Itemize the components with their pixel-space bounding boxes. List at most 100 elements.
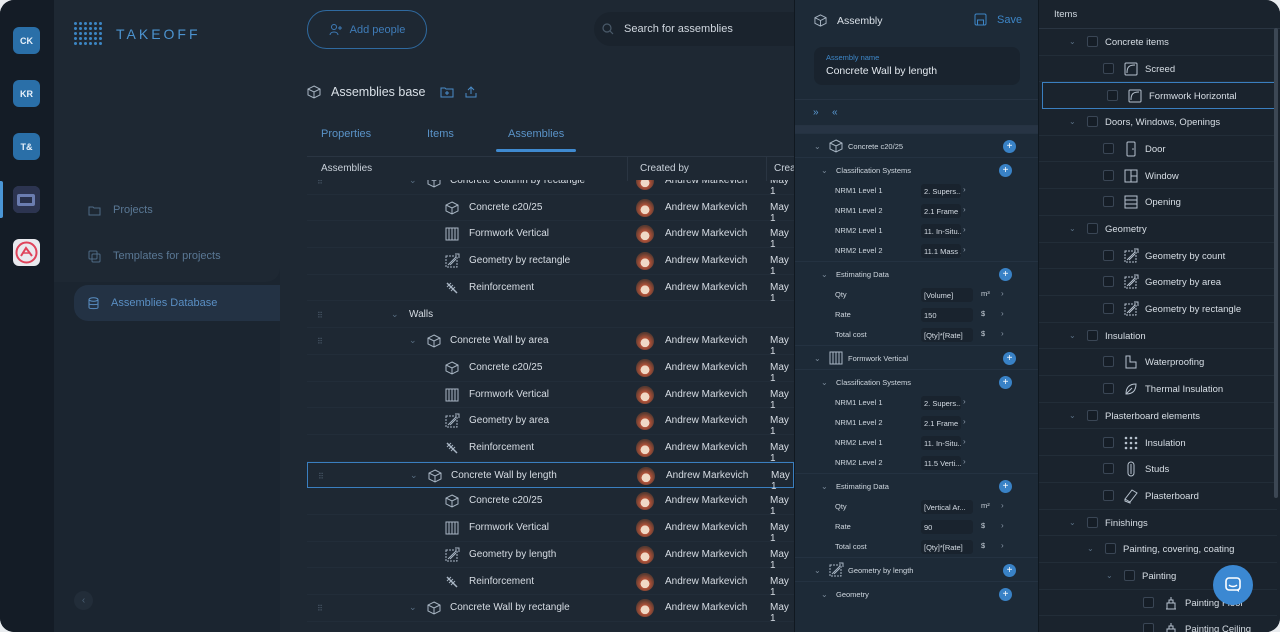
chevron-right-icon[interactable]: › xyxy=(963,245,966,254)
chevron-down-icon[interactable]: ⌄ xyxy=(410,470,418,481)
chevron-down-icon[interactable]: ⌄ xyxy=(1087,544,1094,553)
collapse-sidebar-button[interactable]: ‹ xyxy=(74,591,93,610)
chevron-down-icon[interactable]: ⌄ xyxy=(1069,331,1076,340)
tab-assemblies[interactable]: Assemblies xyxy=(495,118,577,152)
item-checkbox[interactable] xyxy=(1103,169,1114,181)
items-tree-row[interactable]: Geometry by area xyxy=(1039,269,1277,296)
item-checkbox[interactable] xyxy=(1103,62,1114,74)
items-tree-row[interactable]: Window xyxy=(1039,163,1277,190)
field-value[interactable]: 150 xyxy=(921,308,973,322)
chevron-right-icon[interactable]: › xyxy=(963,397,966,406)
add-button[interactable]: + xyxy=(1003,564,1016,577)
chevron-down-icon[interactable]: ⌄ xyxy=(409,602,417,613)
field-value[interactable]: 11.1 Mass ... xyxy=(921,244,961,258)
table-row[interactable]: Concrete c20/25 Andrew Markevich May 1 xyxy=(307,355,794,384)
save-button[interactable]: Save xyxy=(997,14,1022,26)
items-tree-row[interactable]: Studs xyxy=(1039,456,1277,483)
drag-handle-icon[interactable]: ⠿ xyxy=(317,604,323,613)
table-row[interactable]: Formwork Vertical Andrew Markevich May 1 xyxy=(307,382,794,411)
table-row[interactable]: ⠿ ⌄ Concrete Wall by area Andrew Markevich M… xyxy=(307,328,794,357)
new-folder-icon[interactable] xyxy=(440,86,454,98)
item-checkbox[interactable] xyxy=(1103,436,1114,448)
column-header-created-by[interactable]: Created by xyxy=(640,163,689,174)
chevron-down-icon[interactable]: ⌄ xyxy=(814,354,821,363)
item-checkbox[interactable] xyxy=(1103,276,1114,288)
chevron-down-icon[interactable]: ⌄ xyxy=(821,270,828,279)
items-tree-row[interactable]: ⌄ Plasterboard elements xyxy=(1039,403,1277,430)
item-checkbox[interactable] xyxy=(1103,249,1114,261)
item-checkbox[interactable] xyxy=(1103,489,1114,501)
sidebar-item-templates[interactable]: Templates for projects xyxy=(74,238,276,274)
add-button[interactable]: + xyxy=(999,164,1012,177)
item-checkbox[interactable] xyxy=(1087,36,1098,47)
workspace-t[interactable]: T& xyxy=(13,133,40,160)
field-unit[interactable]: $ xyxy=(981,541,985,550)
field-unit[interactable]: m² xyxy=(981,501,990,510)
assembly-item[interactable]: ⌄ Formwork Vertical + xyxy=(795,345,1039,369)
add-button[interactable]: + xyxy=(1003,352,1016,365)
table-row[interactable]: ⠿ ⌄ Walls xyxy=(307,302,794,329)
table-row[interactable]: Reinforcement Andrew Markevich May 1 xyxy=(307,275,794,304)
item-checkbox[interactable] xyxy=(1103,142,1114,154)
tab-properties[interactable]: Properties xyxy=(321,118,371,150)
field-value[interactable]: [Qty]*[Rate] xyxy=(921,540,973,554)
chevron-down-icon[interactable]: ⌄ xyxy=(1069,37,1076,46)
assembly-group[interactable]: ⌄ Classification Systems + xyxy=(795,157,1039,181)
drag-handle-icon[interactable]: ⠿ xyxy=(317,180,323,186)
items-tree-row[interactable]: Geometry by rectangle xyxy=(1039,296,1277,323)
item-checkbox[interactable] xyxy=(1107,90,1118,102)
field-unit[interactable]: m³ xyxy=(981,289,990,298)
table-row[interactable]: Formwork Vertical Andrew Markevich May 1 xyxy=(307,515,794,544)
expand-all-icon[interactable]: » xyxy=(813,107,819,118)
column-header-created[interactable]: Crea xyxy=(774,163,796,174)
items-tree-row[interactable]: Painting Ceiling xyxy=(1039,616,1277,632)
chevron-right-icon[interactable]: › xyxy=(963,205,966,214)
item-checkbox[interactable] xyxy=(1087,222,1098,234)
assembly-item[interactable]: ⌄ Geometry by length + xyxy=(795,557,1039,581)
workspace-kr[interactable]: KR xyxy=(13,80,40,107)
table-row[interactable]: Reinforcement Andrew Markevich May 1 xyxy=(307,435,794,464)
field-value[interactable]: 11. In-Situ... xyxy=(921,224,961,238)
chevron-right-icon[interactable]: › xyxy=(963,417,966,426)
table-row[interactable]: Geometry by rectangle Andrew Markevich May… xyxy=(307,248,794,277)
items-tree-row[interactable]: Thermal Insulation xyxy=(1039,376,1277,403)
chevron-down-icon[interactable]: ⌄ xyxy=(409,180,417,186)
chevron-down-icon[interactable]: ⌄ xyxy=(409,335,417,346)
field-unit[interactable]: $ xyxy=(981,309,985,318)
item-checkbox[interactable] xyxy=(1087,516,1098,528)
drag-handle-icon[interactable]: ⠿ xyxy=(317,337,323,346)
table-row[interactable]: Geometry by area Andrew Markevich May 1 xyxy=(307,408,794,437)
table-row[interactable]: Geometry by length Andrew Markevich May 1 xyxy=(307,542,794,571)
search-input[interactable]: Search for assemblies xyxy=(594,12,814,46)
chevron-right-icon[interactable]: › xyxy=(963,457,966,466)
item-checkbox[interactable] xyxy=(1124,570,1135,581)
assembly-name-field[interactable]: Assembly name Concrete Wall by length xyxy=(814,47,1020,85)
chevron-down-icon[interactable]: ⌄ xyxy=(814,566,821,575)
chevron-right-icon[interactable]: › xyxy=(963,225,966,234)
item-checkbox[interactable] xyxy=(1143,623,1154,632)
drag-handle-icon[interactable]: ⠿ xyxy=(318,472,324,481)
table-row[interactable]: Concrete c20/25 Andrew Markevich May 1 xyxy=(307,488,794,517)
item-checkbox[interactable] xyxy=(1103,383,1114,395)
chevron-down-icon[interactable]: ⌄ xyxy=(1069,518,1076,527)
assembly-group[interactable]: ⌄ Geometry + xyxy=(795,581,1039,605)
chevron-right-icon[interactable]: › xyxy=(1001,501,1004,510)
items-tree-row[interactable]: Plasterboard xyxy=(1039,483,1277,510)
assembly-group[interactable]: ⌄ Classification Systems + xyxy=(795,369,1039,393)
add-people-button[interactable]: Add people xyxy=(307,10,427,49)
chevron-down-icon[interactable]: ⌄ xyxy=(821,166,828,175)
workspace-logo-avatar[interactable] xyxy=(13,239,40,266)
item-checkbox[interactable] xyxy=(1087,409,1098,421)
field-value[interactable]: [Vertical Ar... xyxy=(921,500,973,514)
items-tree-row[interactable]: ⌄ Insulation xyxy=(1039,323,1277,350)
field-value[interactable]: 2.1 Frame xyxy=(921,416,961,430)
items-tree-row[interactable]: Opening xyxy=(1039,189,1277,216)
items-tree-row[interactable]: Waterproofing xyxy=(1039,349,1277,377)
sidebar-item-projects[interactable]: Projects xyxy=(74,192,276,228)
assembly-name-value[interactable]: Concrete Wall by length xyxy=(826,65,1008,77)
items-tree-row[interactable]: Screed xyxy=(1039,56,1277,83)
item-checkbox[interactable] xyxy=(1087,329,1098,341)
item-checkbox[interactable] xyxy=(1103,463,1114,475)
item-checkbox[interactable] xyxy=(1105,543,1116,555)
upload-icon[interactable] xyxy=(464,85,478,99)
